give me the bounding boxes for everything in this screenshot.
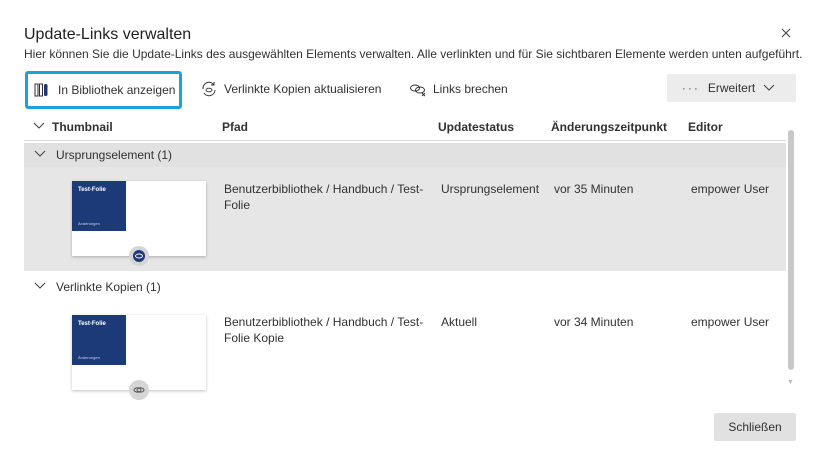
- status-cell: Aktuell: [441, 315, 478, 329]
- collapse-all-icon[interactable]: [33, 122, 45, 130]
- table-row[interactable]: Test-Folie Änderungen Benutzerbibliothek…: [24, 167, 786, 271]
- changed-cell: vor 34 Minuten: [554, 315, 634, 329]
- group-linked-copies[interactable]: Verlinkte Kopien (1): [24, 275, 786, 299]
- break-links-label: Links brechen: [433, 82, 508, 96]
- column-thumbnail[interactable]: Thumbnail: [52, 120, 113, 134]
- slide-thumbnail[interactable]: Test-Folie Änderungen: [72, 315, 206, 400]
- vertical-scrollbar[interactable]: [788, 130, 794, 370]
- chevron-down-icon: [763, 84, 775, 91]
- scroll-down-icon[interactable]: ▼: [787, 379, 794, 386]
- more-icon: ···: [681, 81, 700, 95]
- broken-link-icon: [410, 84, 426, 97]
- show-in-library-button[interactable]: In Bibliothek anzeigen: [25, 71, 182, 109]
- path-cell: Benutzerbibliothek / Handbuch / Test- Fo…: [224, 181, 423, 213]
- link-origin-icon: [133, 250, 145, 262]
- slide-subtitle: Änderungen: [78, 221, 100, 226]
- slide-preview: Test-Folie Änderungen: [72, 315, 126, 365]
- group-label: Verlinkte Kopien (1): [56, 280, 161, 294]
- refresh-link-icon: [202, 81, 216, 97]
- table-row[interactable]: Test-Folie Änderungen Benutzerbibliothek…: [24, 300, 786, 404]
- path-line: Folie Kopie: [224, 331, 285, 345]
- slide-title: Test-Folie: [78, 187, 106, 193]
- path-cell: Benutzerbibliothek / Handbuch / Test- Fo…: [224, 314, 423, 346]
- slide-title: Test-Folie: [78, 321, 106, 327]
- break-links-button[interactable]: Links brechen: [409, 74, 508, 104]
- show-in-library-label: In Bibliothek anzeigen: [58, 83, 176, 97]
- slide-thumbnail[interactable]: Test-Folie Änderungen: [72, 181, 206, 266]
- update-linked-copies-button[interactable]: Verlinkte Kopien aktualisieren: [200, 74, 381, 104]
- origin-badge: [129, 246, 149, 266]
- path-line: Benutzerbibliothek / Handbuch / Test-: [224, 315, 424, 329]
- column-editor[interactable]: Editor: [688, 120, 723, 134]
- close-icon[interactable]: [779, 26, 793, 40]
- table-header: Thumbnail Pfad Updatestatus Änderungszei…: [24, 113, 786, 141]
- library-icon: [34, 83, 48, 97]
- group-origin-element[interactable]: Ursprungselement (1): [24, 143, 786, 167]
- slide-subtitle: Änderungen: [78, 355, 100, 360]
- chevron-down-icon[interactable]: [34, 150, 46, 158]
- column-changed-time[interactable]: Änderungszeitpunkt: [551, 120, 667, 134]
- dialog-subtitle: Hier können Sie die Update-Links des aus…: [24, 47, 803, 61]
- close-button[interactable]: Schließen: [714, 413, 796, 441]
- slide-preview: Test-Folie Änderungen: [72, 181, 126, 231]
- column-path[interactable]: Pfad: [222, 120, 248, 134]
- dialog-title: Update-Links verwalten: [24, 26, 192, 43]
- editor-cell: empower User: [691, 182, 770, 196]
- column-update-status[interactable]: Updatestatus: [438, 120, 514, 134]
- linked-badge: [129, 380, 149, 400]
- group-label: Ursprungselement (1): [56, 148, 173, 162]
- chevron-down-icon[interactable]: [34, 282, 46, 290]
- status-cell: Ursprungselement: [441, 182, 540, 196]
- path-line: Benutzerbibliothek / Handbuch / Test-: [224, 182, 424, 196]
- path-line: Folie: [224, 198, 251, 212]
- changed-cell: vor 35 Minuten: [554, 182, 634, 196]
- advanced-label: Erweitert: [707, 81, 756, 95]
- link-icon: [133, 387, 145, 393]
- update-linked-copies-label: Verlinkte Kopien aktualisieren: [224, 82, 382, 96]
- editor-cell: empower User: [691, 315, 770, 329]
- advanced-dropdown-button[interactable]: ··· Erweitert: [667, 74, 796, 102]
